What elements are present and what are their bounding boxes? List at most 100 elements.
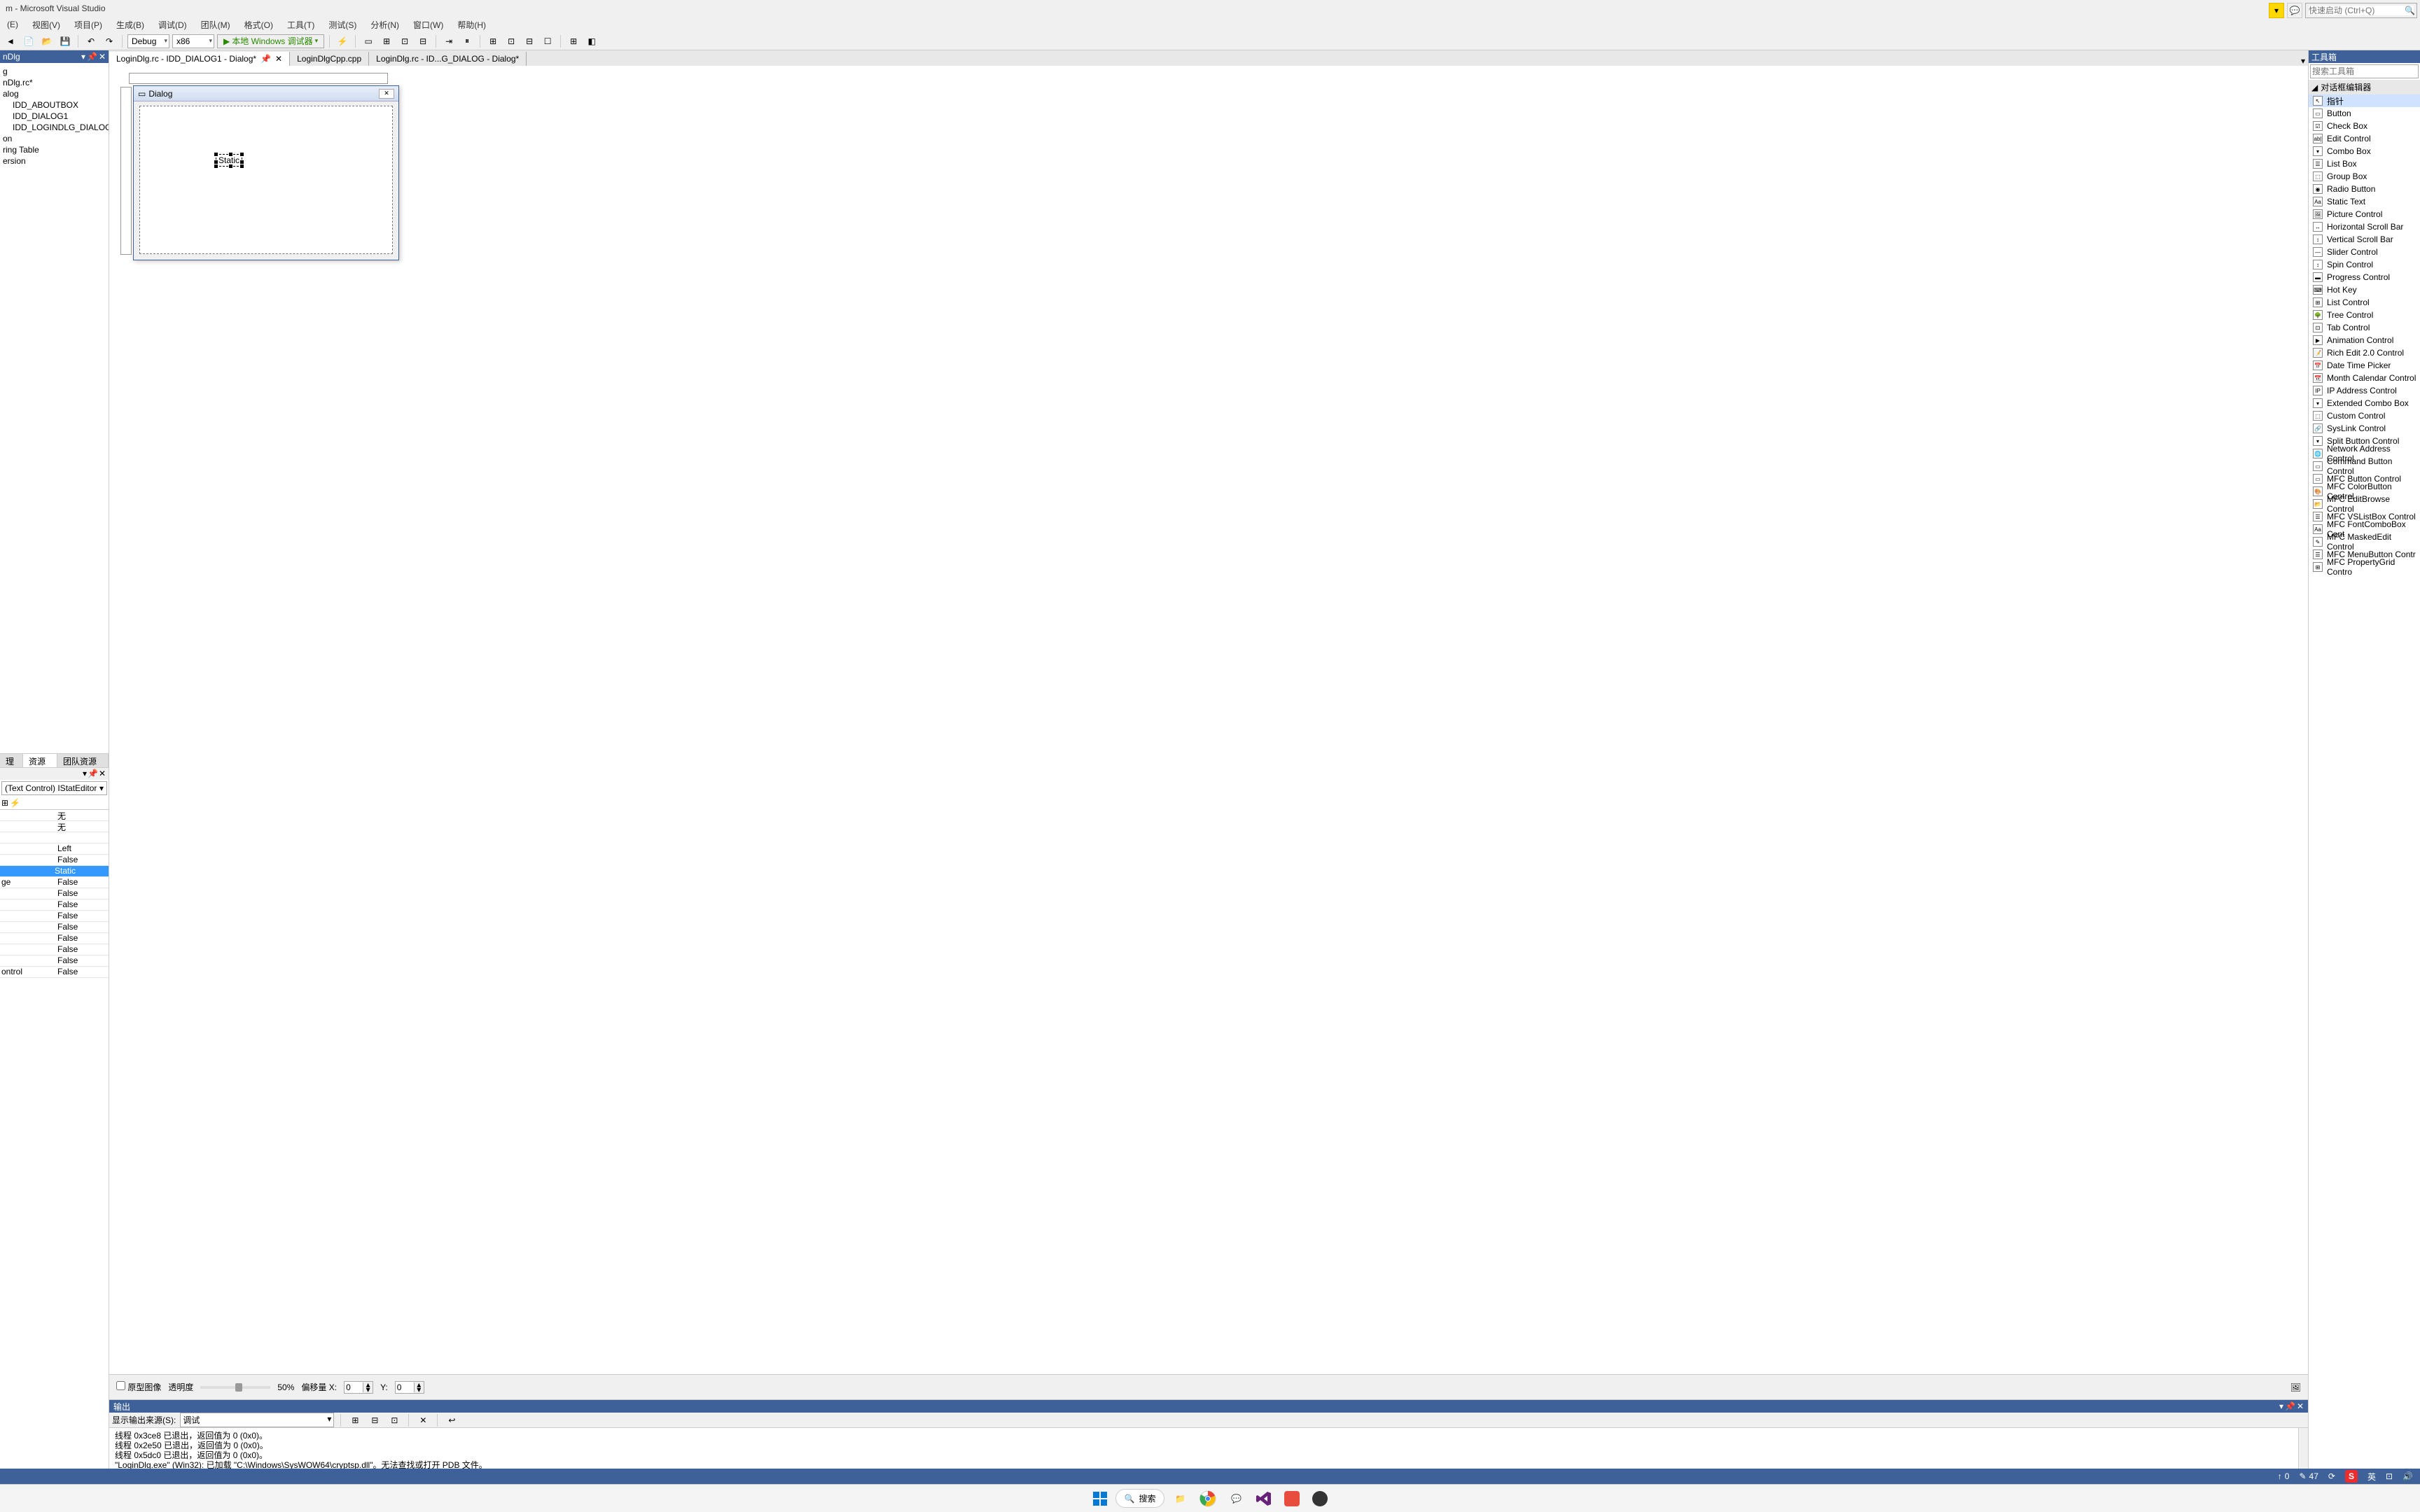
output-clear-icon[interactable]: ✕ — [415, 1413, 431, 1428]
app-icon-dark[interactable] — [1307, 1486, 1333, 1511]
dropdown-icon[interactable]: ▾ — [81, 52, 85, 62]
menu-analyze[interactable]: 分析(N) — [363, 19, 406, 31]
menu-help[interactable]: 帮助(H) — [450, 19, 493, 31]
toolbox-item[interactable]: ↔Horizontal Scroll Bar — [2309, 220, 2420, 233]
tree-item[interactable]: IDD_LOGINDLG_DIALOG — [0, 122, 109, 133]
property-row[interactable]: 无 — [0, 810, 109, 821]
property-row[interactable]: False — [0, 955, 109, 967]
offset-y-input[interactable]: ▴▾ — [395, 1381, 424, 1394]
toolbox-item[interactable]: ▭Command Button Control — [2309, 460, 2420, 472]
align-icon-4[interactable]: ⊟ — [415, 34, 431, 49]
save-icon[interactable]: 💾 — [57, 34, 73, 49]
close-icon[interactable]: ✕ — [275, 54, 282, 64]
categorize-icon[interactable]: ⊞ — [1, 798, 8, 808]
property-row[interactable]: ontrolFalse — [0, 967, 109, 978]
dialog-close-button[interactable]: ✕ — [379, 89, 394, 99]
grid-icon[interactable]: ⊞ — [566, 34, 581, 49]
offset-x-input[interactable]: ▴▾ — [344, 1381, 373, 1394]
properties-grid[interactable]: 无无LeftFalseStaticgeFalseFalseFalseFalseF… — [0, 810, 109, 1494]
toolbox-item[interactable]: ▬Progress Control — [2309, 271, 2420, 284]
pin-icon[interactable]: 📌 — [88, 769, 98, 778]
toolbox-section-header[interactable]: ◢ 对话框编辑器 — [2309, 80, 2420, 94]
toolbox-items[interactable]: ↖指针▭Button☑Check Boxab|Edit Control▾Comb… — [2309, 94, 2420, 1512]
toolbox-item[interactable]: ☑Check Box — [2309, 120, 2420, 132]
toolbox-item[interactable]: 📂MFC EditBrowse Control — [2309, 498, 2420, 510]
menu-window[interactable]: 窗口(W) — [406, 19, 450, 31]
tree-item[interactable]: ersion — [0, 155, 109, 167]
toolbox-item[interactable]: ▾Combo Box — [2309, 145, 2420, 158]
menu-project[interactable]: 项目(P) — [67, 19, 109, 31]
close-icon[interactable]: ✕ — [99, 52, 106, 62]
toolbox-item[interactable]: ⊞MFC PropertyGrid Contro — [2309, 561, 2420, 573]
property-value[interactable]: 无 — [28, 810, 109, 820]
property-value[interactable]: False — [28, 922, 109, 932]
pin-icon[interactable]: 📌 — [2285, 1401, 2295, 1411]
toolbox-item[interactable]: ↕Vertical Scroll Bar — [2309, 233, 2420, 246]
output-wrap-icon[interactable]: ↩ — [444, 1413, 459, 1428]
property-value[interactable]: False — [28, 855, 109, 865]
property-row[interactable]: False — [0, 899, 109, 911]
menu-format[interactable]: 格式(O) — [237, 19, 280, 31]
tab-explorer[interactable]: 理器 — [0, 753, 23, 767]
property-value[interactable]: 无 — [28, 821, 109, 832]
tab-overflow-icon[interactable]: ▾ — [2298, 56, 2308, 66]
output-tool-icon[interactable]: ⊡ — [387, 1413, 402, 1428]
menu-debug[interactable]: 调试(D) — [151, 19, 194, 31]
toolbox-item[interactable]: 🖼Picture Control — [2309, 208, 2420, 220]
tree-item[interactable]: g — [0, 66, 109, 77]
menu-view[interactable]: 视图(V) — [25, 19, 67, 31]
property-row[interactable]: Left — [0, 844, 109, 855]
quick-launch-input[interactable] — [2309, 6, 2414, 15]
dialog-designer[interactable]: ▭ Dialog ✕ Static — [109, 66, 2308, 1374]
nav-back-icon[interactable]: ◄ — [3, 34, 18, 49]
output-tool-icon[interactable]: ⊞ — [347, 1413, 363, 1428]
feedback-icon[interactable]: 💬 — [2287, 3, 2302, 18]
toolbox-item[interactable]: 🌳Tree Control — [2309, 309, 2420, 321]
tree-item[interactable]: alog — [0, 88, 109, 99]
start-debug-button[interactable]: ▶ 本地 Windows 调试器 ▾ — [217, 34, 324, 48]
dialog-body[interactable]: Static — [139, 106, 393, 254]
close-icon[interactable]: ✕ — [99, 769, 106, 778]
tree-item[interactable]: on — [0, 133, 109, 144]
property-row[interactable]: geFalse — [0, 877, 109, 888]
tree-item[interactable]: nDlg.rc* — [0, 77, 109, 88]
align-icon-2[interactable]: ⊞ — [379, 34, 394, 49]
sogou-ime-icon[interactable]: S — [2345, 1470, 2358, 1483]
status-icon[interactable]: ⟳ — [2328, 1471, 2335, 1481]
toolbox-item[interactable]: ⬚Group Box — [2309, 170, 2420, 183]
visual-studio-icon[interactable] — [1251, 1486, 1277, 1511]
platform-dropdown[interactable]: x86 — [172, 34, 214, 48]
doc-tab[interactable]: LoginDlg.rc - ID...G_DIALOG - Dialog* — [369, 52, 527, 66]
property-value[interactable]: False — [28, 911, 109, 921]
property-value[interactable]: False — [28, 944, 109, 955]
menu-test[interactable]: 测试(S) — [321, 19, 363, 31]
layout-icon-4[interactable]: ☐ — [540, 34, 555, 49]
file-explorer-icon[interactable]: 📁 — [1167, 1486, 1192, 1511]
menu-tools[interactable]: 工具(T) — [280, 19, 321, 31]
toolbox-item[interactable]: ⬚Custom Control — [2309, 410, 2420, 422]
toolbox-item[interactable]: 📅Date Time Picker — [2309, 359, 2420, 372]
undo-icon[interactable]: ↶ — [83, 34, 99, 49]
notifications-flag[interactable]: ▾ — [2269, 3, 2284, 18]
property-row[interactable]: False — [0, 933, 109, 944]
tool-icon-1[interactable]: ⚡ — [335, 34, 350, 49]
static-control[interactable]: Static — [216, 154, 242, 167]
dropdown-icon[interactable]: ▾ — [83, 769, 87, 778]
open-icon[interactable]: 📂 — [39, 34, 55, 49]
toolbox-item[interactable]: ◉Radio Button — [2309, 183, 2420, 195]
config-dropdown[interactable]: Debug — [127, 34, 169, 48]
property-row[interactable]: False — [0, 855, 109, 866]
property-value[interactable]: Left — [28, 844, 109, 854]
output-source-dropdown[interactable]: 调试▾ — [180, 1413, 334, 1427]
toolbox-item[interactable]: 📆Month Calendar Control — [2309, 372, 2420, 384]
wechat-icon[interactable]: 💬 — [1223, 1486, 1249, 1511]
image-button[interactable]: 🖼 — [2290, 1382, 2301, 1392]
property-value[interactable] — [28, 832, 109, 843]
menu-edit[interactable]: (E) — [0, 20, 25, 29]
sort-icon[interactable]: ⚡ — [10, 798, 20, 808]
toolbox-item[interactable]: ↖指针 — [2309, 94, 2420, 107]
property-row[interactable]: 无 — [0, 821, 109, 832]
toolbox-item[interactable]: ▭Button — [2309, 107, 2420, 120]
toolbox-item[interactable]: ⊞List Control — [2309, 296, 2420, 309]
menu-team[interactable]: 团队(M) — [194, 19, 237, 31]
